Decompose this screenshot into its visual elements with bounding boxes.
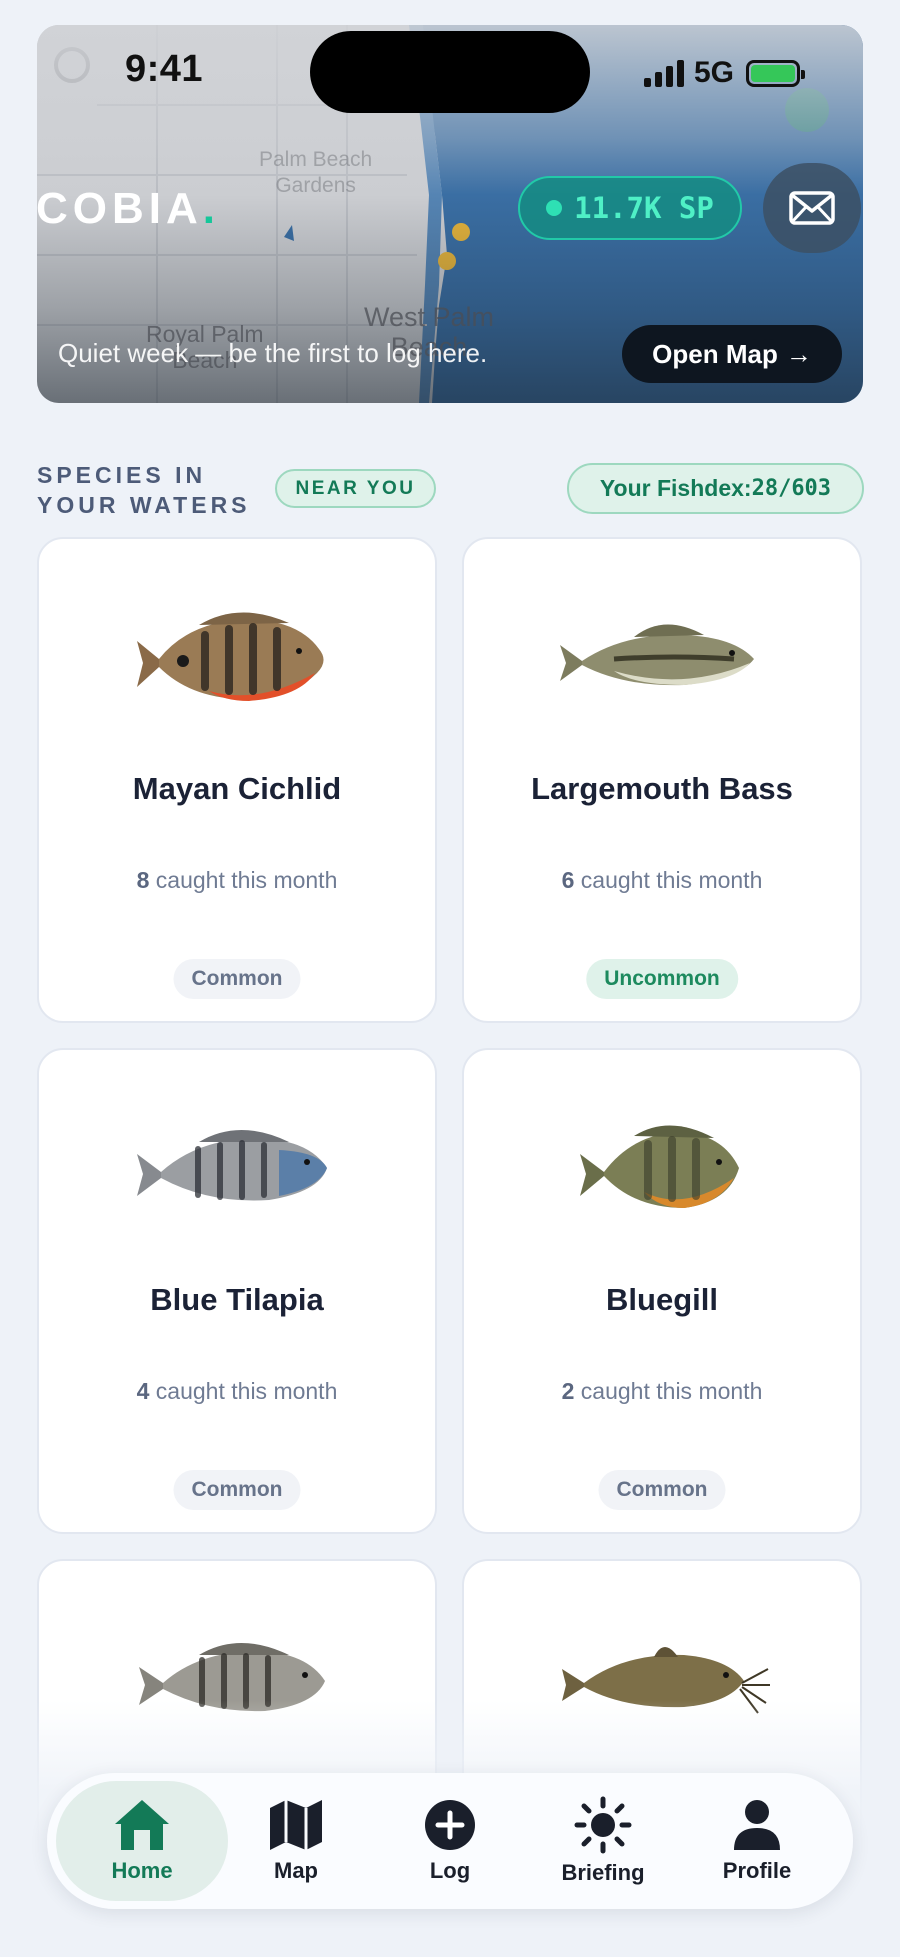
- plus-circle-icon: [425, 1800, 475, 1850]
- species-name: Bluegill: [606, 1282, 718, 1317]
- tab-profile[interactable]: Profile: [682, 1781, 832, 1901]
- tab-log[interactable]: Log: [375, 1781, 525, 1901]
- arrow-right-icon: →: [785, 338, 812, 369]
- open-map-button[interactable]: Open Map →: [622, 325, 842, 383]
- app-logo: COBIA.: [36, 184, 221, 233]
- person-icon: [734, 1800, 780, 1850]
- hero-message: Quiet week — be the first to log here.: [58, 338, 488, 368]
- fishdex-progress-pill[interactable]: Your Fishdex: 28/603: [567, 463, 864, 514]
- species-name: Mayan Cichlid: [132, 771, 342, 806]
- species-count: 8 caught this month: [136, 867, 338, 893]
- tab-map[interactable]: Map: [221, 1781, 371, 1901]
- status-time: 9:41: [125, 48, 204, 90]
- sp-balance-value: 11.7K SP: [574, 191, 714, 225]
- dynamic-island: [310, 31, 590, 113]
- inbox-button[interactable]: [763, 163, 861, 253]
- sun-icon: [574, 1796, 632, 1854]
- map-icon: [270, 1800, 322, 1850]
- home-icon: [115, 1800, 169, 1850]
- species-name: Largemouth Bass: [531, 771, 793, 806]
- rarity-badge: Common: [173, 1470, 301, 1510]
- species-count: 6 caught this month: [561, 867, 763, 893]
- battery-icon: [746, 59, 806, 87]
- envelope-icon: [789, 191, 835, 225]
- signal-icon: [644, 59, 684, 87]
- mayan-cichlid-image: [137, 612, 324, 701]
- species-count: 2 caught this month: [561, 1378, 763, 1404]
- map-label-palm-beach-gardens: Palm Beach Gardens: [259, 148, 373, 197]
- tab-briefing[interactable]: Briefing: [528, 1781, 678, 1901]
- rarity-badge: Common: [173, 959, 301, 999]
- network-type: 5G: [694, 56, 735, 89]
- species-count: 4 caught this month: [136, 1378, 338, 1404]
- tab-home[interactable]: Home: [56, 1781, 228, 1901]
- tab-bar: Home Map Log Briefing Profile: [47, 1773, 853, 1909]
- section-title: SPECIES IN YOUR WATERS: [37, 462, 251, 518]
- species-card[interactable]: Blue Tilapia 4 caught this month Common: [37, 1048, 437, 1534]
- species-card[interactable]: Mayan Cichlid 8 caught this month Common: [37, 537, 437, 1023]
- rarity-badge: Common: [598, 1470, 726, 1510]
- status-indicators: 5G: [644, 56, 806, 90]
- largemouth-bass-image: [560, 624, 754, 686]
- status-dot-icon: [546, 200, 563, 216]
- species-card[interactable]: Largemouth Bass 6 caught this month Unco…: [462, 537, 862, 1023]
- near-you-badge: NEAR YOU: [275, 469, 436, 508]
- sp-balance-pill[interactable]: 11.7K SP: [518, 176, 742, 240]
- species-name: Blue Tilapia: [150, 1282, 324, 1317]
- blue-tilapia-image: [137, 1130, 327, 1201]
- species-card[interactable]: Bluegill 2 caught this month Common: [462, 1048, 862, 1534]
- rarity-badge: Uncommon: [586, 959, 738, 999]
- bluegill-image: [580, 1125, 739, 1208]
- open-map-label: Open Map: [652, 338, 778, 369]
